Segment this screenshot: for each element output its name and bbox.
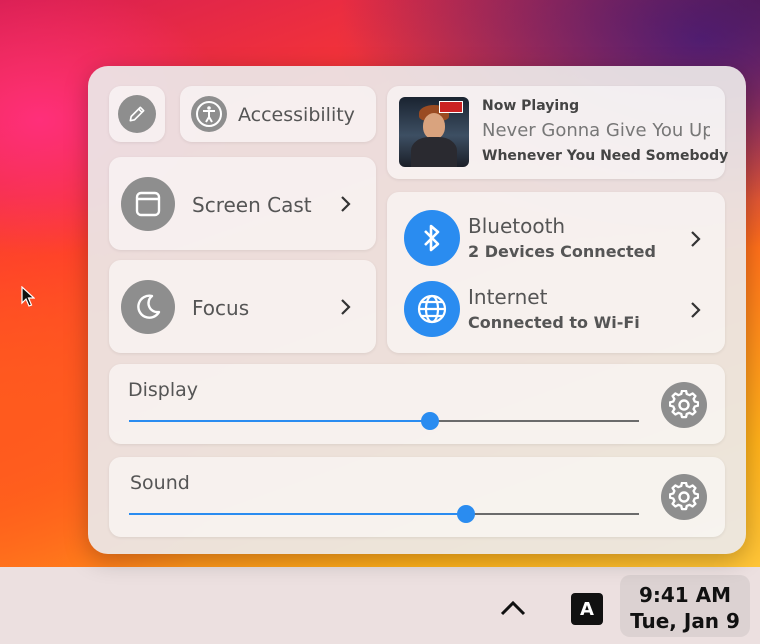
sound-volume-slider[interactable] — [129, 505, 639, 523]
clock-button[interactable]: 9:41 AM Tue, Jan 9 — [620, 575, 750, 637]
display-slider-fill — [129, 420, 430, 422]
sound-label: Sound — [130, 472, 190, 494]
track-title: Never Gonna Give You Up — [482, 120, 710, 141]
internet-status: Connected to Wi-Fi — [468, 313, 640, 332]
display-tile: Display — [109, 364, 725, 444]
sound-tile: Sound — [109, 457, 725, 537]
now-playing-tile[interactable]: Now Playing Never Gonna Give You Up When… — [387, 86, 729, 179]
sound-slider-fill — [129, 513, 466, 515]
clock-date: Tue, Jan 9 — [630, 609, 740, 633]
album-title: Whenever You Need Somebody — [482, 148, 729, 164]
edit-button[interactable] — [109, 86, 165, 142]
display-label: Display — [128, 379, 199, 401]
bluetooth-title: Bluetooth — [468, 214, 566, 238]
internet-title: Internet — [468, 285, 548, 309]
accessibility-icon — [191, 96, 227, 132]
accessibility-label: Accessibility — [238, 104, 355, 126]
bluetooth-button[interactable]: Bluetooth 2 Devices Connected — [387, 192, 725, 272]
mouse-cursor-icon — [21, 286, 35, 307]
input-language-indicator[interactable]: A — [571, 593, 603, 625]
bluetooth-icon — [404, 210, 460, 266]
clock-time: 9:41 AM — [638, 583, 732, 607]
chevron-right-icon — [691, 231, 701, 247]
internet-button[interactable]: Internet Connected to Wi-Fi — [387, 272, 725, 353]
connectivity-tile: Bluetooth 2 Devices Connected Internet C… — [387, 192, 725, 353]
chevron-right-icon — [341, 299, 351, 315]
sound-slider-thumb[interactable] — [456, 505, 475, 523]
taskbar: A 9:41 AM Tue, Jan 9 — [0, 567, 760, 644]
screen-cast-button[interactable]: Screen Cast — [109, 157, 376, 250]
focus-button[interactable]: Focus — [109, 260, 376, 353]
gear-icon — [669, 390, 699, 419]
display-settings-button[interactable] — [661, 382, 707, 428]
sound-settings-button[interactable] — [661, 474, 707, 520]
quick-settings-panel: Accessibility Now Playing Never Gonna Gi… — [88, 66, 746, 554]
globe-icon — [404, 281, 460, 337]
chevron-right-icon — [341, 196, 351, 212]
accessibility-button[interactable]: Accessibility — [180, 86, 376, 142]
now-playing-header: Now Playing — [482, 98, 580, 114]
bluetooth-status: 2 Devices Connected — [468, 242, 656, 261]
screen-cast-icon — [121, 177, 175, 231]
moon-icon — [121, 280, 175, 334]
focus-label: Focus — [192, 296, 250, 320]
screen-cast-label: Screen Cast — [192, 193, 312, 217]
pencil-icon — [118, 95, 156, 133]
gear-icon — [669, 482, 699, 511]
chevron-up-icon[interactable] — [500, 600, 526, 616]
display-slider-thumb[interactable] — [420, 412, 439, 430]
album-art — [399, 97, 469, 167]
display-brightness-slider[interactable] — [129, 412, 639, 430]
chevron-right-icon — [691, 302, 701, 318]
